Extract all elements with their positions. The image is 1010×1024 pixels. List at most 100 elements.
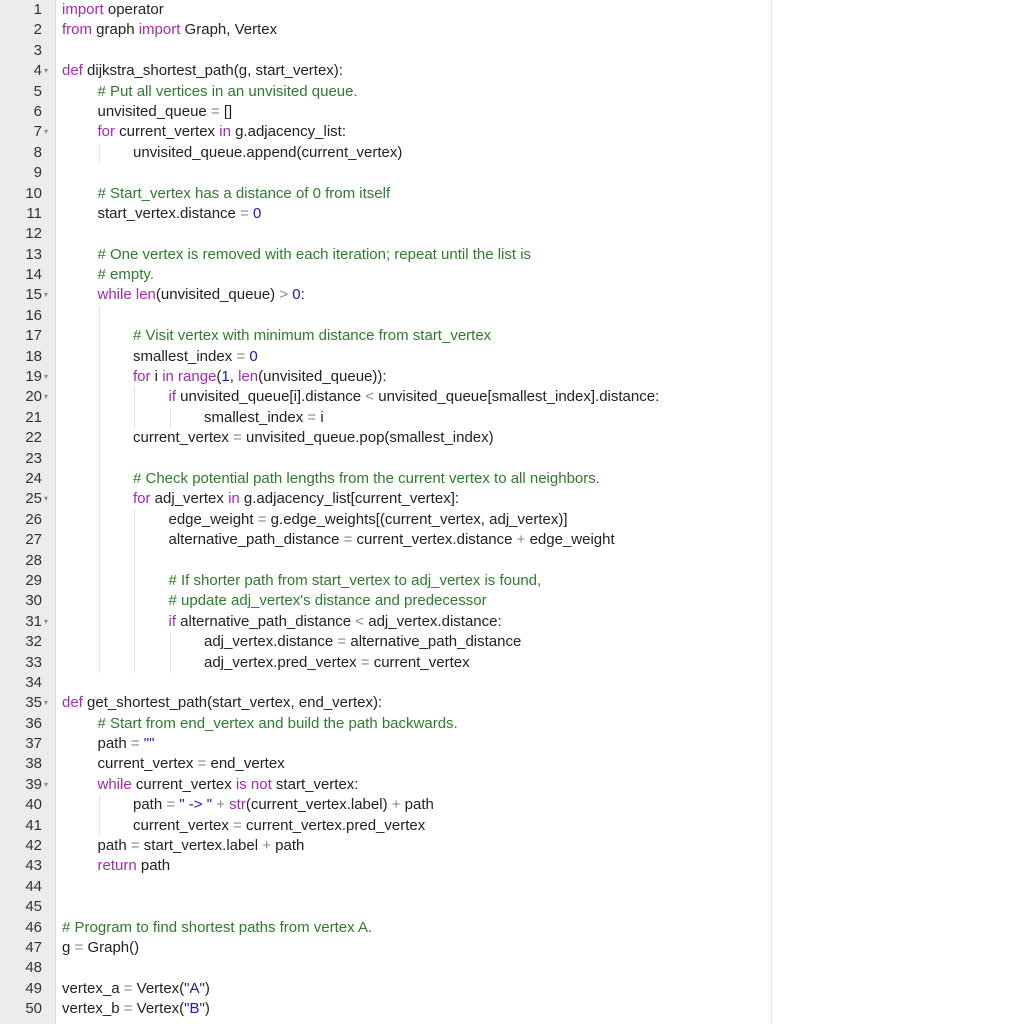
code-token: 1 [221, 368, 230, 386]
indent-guide [98, 326, 100, 347]
code-token: g.adjacency_list: [230, 123, 346, 141]
code-token: edge_weight [525, 531, 615, 549]
code-token: import [62, 1, 104, 18]
line-number: 2 [33, 21, 42, 39]
code-line[interactable]: 43 return path [0, 856, 1010, 876]
code-token: < [365, 388, 375, 406]
code-line[interactable]: 41 current_vertex = current_vertex.pred_v… [0, 815, 1010, 837]
code-token: "B" [184, 1000, 205, 1018]
code-line[interactable]: 38 current_vertex = end_vertex [0, 754, 1010, 774]
code-token: while [97, 775, 132, 793]
code-line[interactable]: 3 [0, 41, 1010, 61]
fold-toggle-icon[interactable]: ▾ [44, 61, 48, 81]
line-number: 50 [25, 1000, 42, 1018]
code-line[interactable]: 34 [0, 673, 1010, 693]
code-line[interactable]: 25 ▾ for adj_vertex in g.adjacency_list[cu… [0, 489, 1010, 510]
code-line[interactable]: 17 # Visit vertex with minimum distance f… [0, 326, 1010, 347]
code-line[interactable]: 2 from graph import Graph, Vertex [0, 20, 1010, 40]
code-line[interactable]: 5 # Put all vertices in an unvisited queu… [0, 82, 1010, 102]
fold-toggle-icon[interactable]: ▾ [44, 387, 48, 407]
code-line[interactable]: 23 [0, 448, 1010, 469]
code-token: = [166, 796, 176, 814]
code-token: = [240, 204, 249, 222]
indent-guide [169, 632, 171, 653]
line-number: 45 [25, 898, 42, 916]
code-line[interactable]: 11 start_vertex.distance = 0 [0, 204, 1010, 224]
code-line[interactable]: 8 unvisited_queue.append(current_vertex) [0, 142, 1010, 164]
code-token: path [97, 735, 131, 753]
code-line[interactable]: 7 ▾ for current_vertex in g.adjacency_list… [0, 122, 1010, 142]
code-line[interactable]: 37 path = "" [0, 734, 1010, 754]
code-line[interactable]: 49 vertex_a = Vertex("A") [0, 979, 1010, 999]
code-token: current_vertex [97, 755, 198, 773]
fold-toggle-icon[interactable]: ▾ [44, 489, 48, 509]
code-line[interactable]: 36 # Start from end_vertex and build the … [0, 714, 1010, 734]
code-token: ) [204, 979, 210, 997]
code-text: from graph import Graph, Vertex [62, 20, 277, 40]
line-number: 9 [33, 164, 42, 182]
code-line[interactable]: 4 ▾ def dijkstra_shortest_path(g, start_ve… [0, 61, 1010, 81]
code-line[interactable]: 46 # Program to find shortest paths from … [0, 918, 1010, 938]
code-line[interactable]: 47 g = Graph() [0, 938, 1010, 958]
fold-toggle-icon[interactable]: ▾ [44, 122, 48, 142]
code-line[interactable]: 44 [0, 877, 1010, 897]
code-text: # update adj_vertex's distance and prede… [169, 591, 487, 611]
code-line[interactable]: 42 path = start_vertex.label + path [0, 836, 1010, 856]
code-editor[interactable]: 1 import operator 2 from graph import Graph… [0, 0, 1010, 1024]
code-token: < [355, 612, 365, 630]
fold-toggle-icon[interactable]: ▾ [44, 775, 48, 795]
line-number: 30 [25, 592, 42, 610]
code-line[interactable]: 26 edge_weight = g.edge_weights[(current_… [0, 509, 1010, 531]
code-text: # Put all vertices in an unvisited queue… [98, 82, 358, 102]
code-line[interactable]: 10 # Start_vertex has a distance of 0 fro… [0, 184, 1010, 204]
fold-toggle-icon[interactable]: ▾ [44, 367, 48, 387]
code-line[interactable]: 16 [0, 305, 1010, 327]
code-line[interactable]: 31 ▾ if alternative_path_distance < adj_ve… [0, 611, 1010, 633]
code-text: g = Graph() [62, 938, 139, 958]
code-line[interactable]: 32 adj_vertex.distance = alternative_path… [0, 632, 1010, 653]
fold-toggle-icon[interactable]: ▾ [44, 693, 48, 713]
code-line[interactable]: 14 # empty. [0, 265, 1010, 285]
code-line[interactable]: 24 # Check potential path lengths from th… [0, 468, 1010, 490]
line-number: 18 [25, 347, 42, 365]
code-text: alternative_path_distance = current_vert… [169, 530, 615, 550]
fold-toggle-icon[interactable]: ▾ [44, 285, 48, 305]
code-line[interactable]: 20 ▾ if unvisited_queue[i].distance < unvi… [0, 387, 1010, 408]
line-number: 11 [26, 204, 42, 222]
code-line[interactable]: 21 smallest_index = i [0, 407, 1010, 429]
code-line[interactable]: 30 # update adj_vertex's distance and pre… [0, 591, 1010, 612]
code-line[interactable]: 48 [0, 958, 1010, 978]
code-line[interactable]: 1 import operator [0, 0, 1010, 20]
code-line[interactable]: 33 adj_vertex.pred_vertex = current_verte… [0, 652, 1010, 673]
code-line[interactable]: 28 [0, 550, 1010, 571]
code-line[interactable]: 45 [0, 897, 1010, 917]
code-line[interactable]: 13 # One vertex is removed with each iter… [0, 245, 1010, 265]
code-line[interactable]: 39 ▾ while current_vertex is not start_ver… [0, 775, 1010, 795]
code-token: for [133, 368, 151, 386]
code-line[interactable]: 12 [0, 224, 1010, 244]
fold-toggle-icon[interactable]: ▾ [44, 612, 48, 632]
code-line[interactable]: 27 alternative_path_distance = current_ve… [0, 530, 1010, 551]
code-line[interactable]: 6 unvisited_queue = [] [0, 102, 1010, 122]
code-line[interactable]: 40 path = " -> " + str(current_vertex.lab… [0, 795, 1010, 816]
indent-guide [98, 468, 100, 490]
code-line[interactable]: 50 vertex_b = Vertex("B") [0, 999, 1010, 1019]
code-line[interactable]: 15 ▾ while len(unvisited_queue) > 0: [0, 285, 1010, 305]
code-line[interactable]: 29 # If shorter path from start_vertex to… [0, 570, 1010, 592]
line-number: 3 [33, 41, 42, 59]
code-token: unvisited_queue[i].distance [176, 388, 366, 406]
code-text: if unvisited_queue[i].distance < unvisit… [169, 387, 660, 407]
code-token: path [97, 837, 131, 855]
code-line[interactable]: 18 smallest_index = 0 [0, 346, 1010, 368]
code-token: if [168, 612, 177, 630]
line-number: 14 [25, 266, 42, 284]
line-number: 24 [25, 469, 42, 487]
code-token: graph [92, 21, 139, 39]
code-token: unvisited_queue.pop(smallest_index) [241, 429, 494, 447]
line-number: 47 [25, 938, 42, 956]
code-line[interactable]: 22 current_vertex = unvisited_queue.pop(s… [0, 428, 1010, 449]
code-line[interactable]: 19 ▾ for i in range(1, len(unvisited_queue… [0, 367, 1010, 388]
code-text: # If shorter path from start_vertex to a… [169, 571, 542, 591]
code-line[interactable]: 9 [0, 163, 1010, 183]
code-line[interactable]: 35 ▾ def get_shortest_path(start_vertex, e… [0, 693, 1010, 713]
